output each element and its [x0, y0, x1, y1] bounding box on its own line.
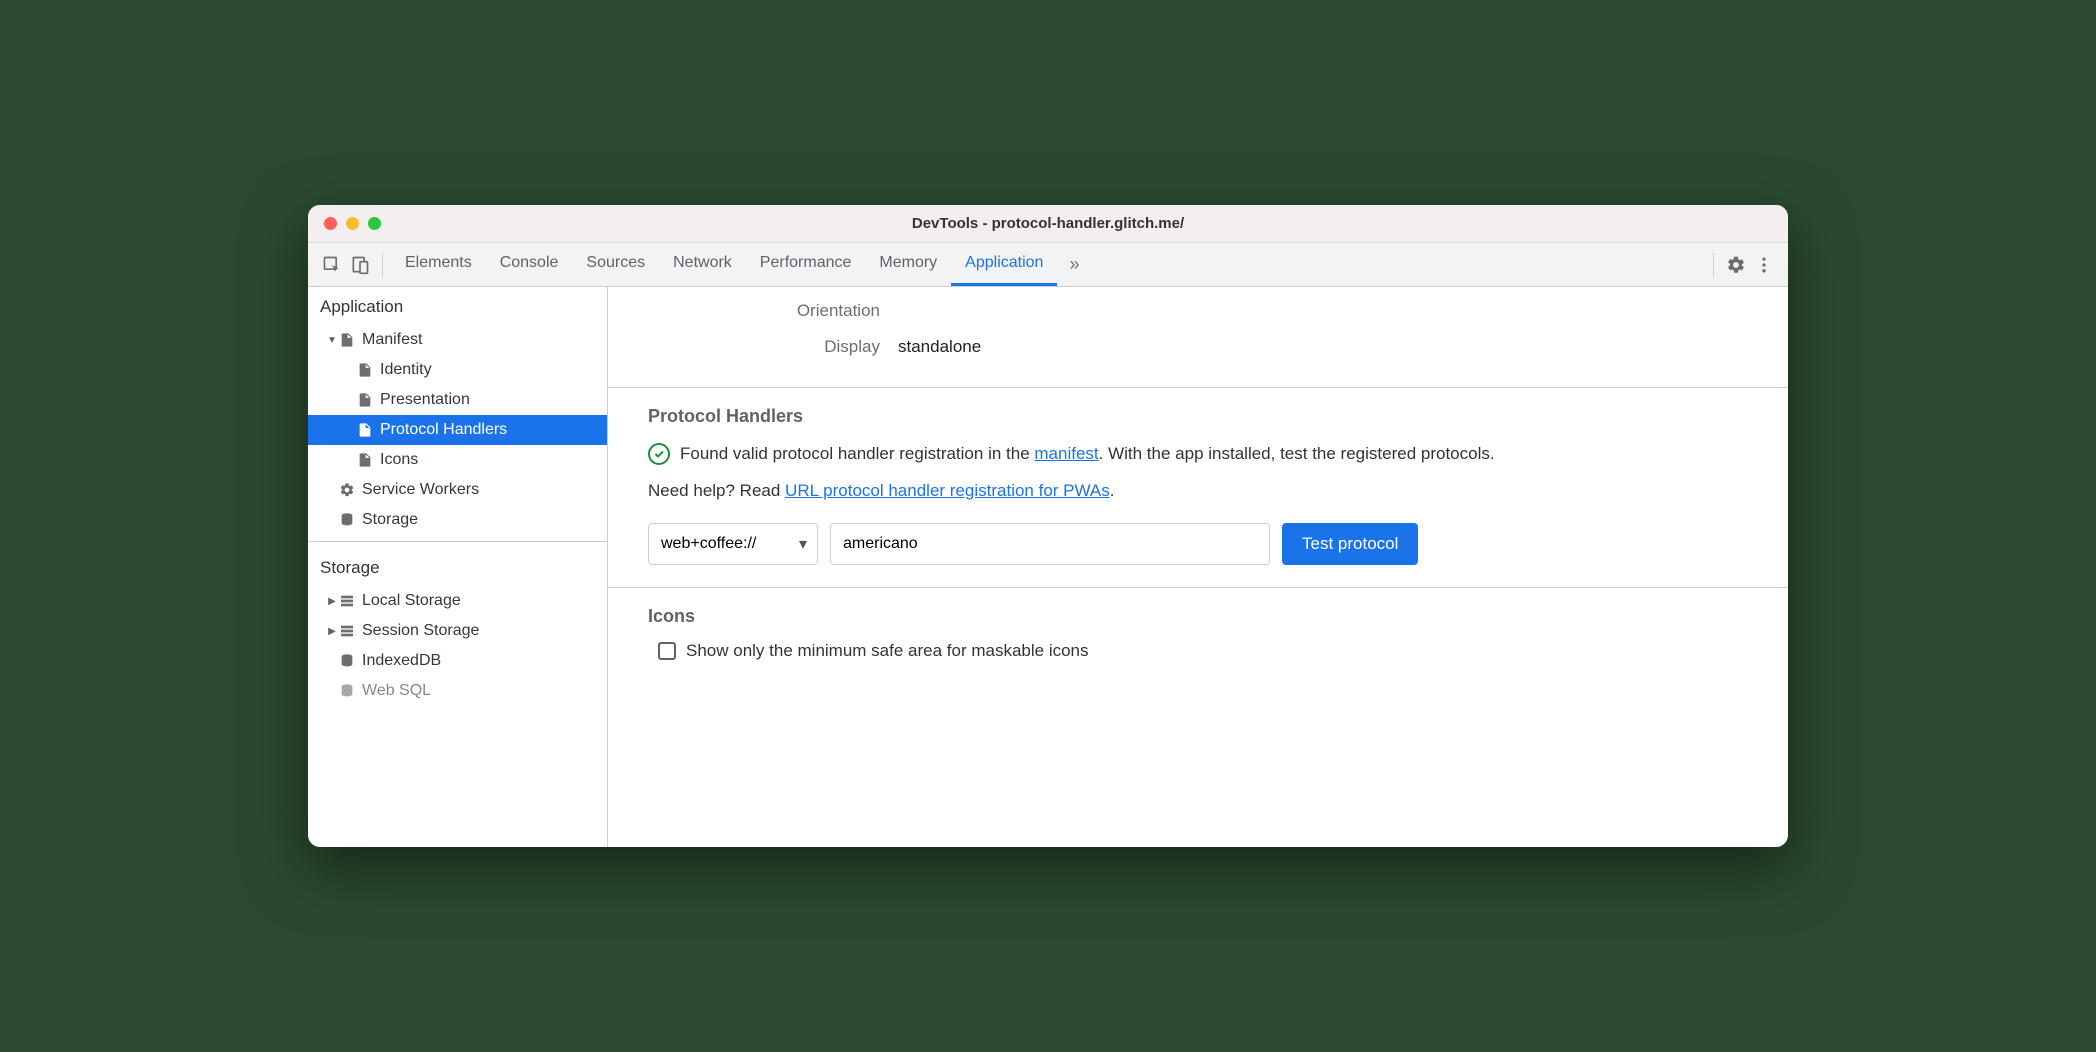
tab-network[interactable]: Network: [659, 243, 746, 286]
titlebar: DevTools - protocol-handler.glitch.me/: [308, 205, 1788, 243]
checkbox-label: Show only the minimum safe area for mask…: [686, 641, 1089, 661]
separator: [382, 253, 383, 277]
section-storage: Storage: [308, 548, 607, 586]
sidebar-item-identity[interactable]: Identity: [308, 355, 607, 385]
divider: [308, 541, 607, 542]
check-circle-icon: [648, 443, 670, 465]
sidebar-item-websql[interactable]: Web SQL: [308, 676, 607, 706]
database-icon: [338, 511, 356, 529]
sidebar-item-label: Web SQL: [362, 682, 431, 700]
section-application: Application: [308, 287, 607, 325]
file-icon: [356, 391, 374, 409]
sidebar-item-label: IndexedDB: [362, 652, 441, 670]
chevron-right-icon: ▶: [326, 596, 338, 607]
status-text: Found valid protocol handler registratio…: [680, 441, 1495, 467]
window-title: DevTools - protocol-handler.glitch.me/: [912, 215, 1184, 232]
sidebar-item-label: Local Storage: [362, 592, 461, 610]
tab-performance[interactable]: Performance: [746, 243, 866, 286]
sidebar-item-label: Protocol Handlers: [380, 421, 507, 439]
help-suffix: .: [1110, 481, 1115, 500]
status-prefix: Found valid protocol handler registratio…: [680, 444, 1034, 463]
maskable-checkbox-row: Show only the minimum safe area for mask…: [658, 641, 1748, 661]
help-prefix: Need help? Read: [648, 481, 785, 500]
sidebar-item-presentation[interactable]: Presentation: [308, 385, 607, 415]
chevron-right-icon: ▶: [326, 626, 338, 637]
sidebar-item-local-storage[interactable]: ▶ Local Storage: [308, 586, 607, 616]
sidebar-item-label: Session Storage: [362, 622, 479, 640]
sidebar-item-indexeddb[interactable]: IndexedDB: [308, 646, 607, 676]
kebab-menu-icon[interactable]: [1750, 251, 1778, 279]
sidebar-item-storage-app[interactable]: Storage: [308, 505, 607, 535]
protocol-select[interactable]: web+coffee:// ▾: [648, 523, 818, 565]
protocol-test-row: web+coffee:// ▾ Test protocol: [648, 523, 1748, 565]
close-button[interactable]: [324, 217, 337, 230]
sidebar-item-label: Manifest: [362, 331, 422, 349]
maximize-button[interactable]: [368, 217, 381, 230]
file-icon: [356, 421, 374, 439]
test-protocol-button[interactable]: Test protocol: [1282, 523, 1418, 565]
inspect-element-icon[interactable]: [318, 251, 346, 279]
help-message: Need help? Read URL protocol handler reg…: [648, 481, 1748, 501]
tab-console[interactable]: Console: [486, 243, 573, 286]
traffic-lights: [324, 217, 381, 230]
protocol-handlers-section: Protocol Handlers Found valid protocol h…: [608, 387, 1788, 587]
display-label: Display: [648, 337, 898, 357]
display-value: standalone: [898, 337, 981, 357]
sidebar-item-protocol-handlers[interactable]: Protocol Handlers: [308, 415, 607, 445]
manifest-link[interactable]: manifest: [1034, 444, 1098, 463]
chevron-down-icon: ▼: [326, 335, 338, 346]
content-pane: Orientation Display standalone Protocol …: [608, 287, 1788, 847]
main-toolbar: Elements Console Sources Network Perform…: [308, 243, 1788, 287]
maskable-checkbox[interactable]: [658, 642, 676, 660]
sidebar-item-manifest[interactable]: ▼ Manifest: [308, 325, 607, 355]
settings-icon[interactable]: [1722, 251, 1750, 279]
sidebar-item-icons[interactable]: Icons: [308, 445, 607, 475]
protocol-path-input[interactable]: [830, 523, 1270, 565]
database-icon: [338, 652, 356, 670]
sidebar-item-label: Identity: [380, 361, 432, 379]
manifest-details: Orientation Display standalone: [608, 287, 1788, 387]
tab-application[interactable]: Application: [951, 243, 1057, 286]
sidebar-item-session-storage[interactable]: ▶ Session Storage: [308, 616, 607, 646]
tab-elements[interactable]: Elements: [391, 243, 486, 286]
separator: [1713, 253, 1714, 277]
file-icon: [338, 331, 356, 349]
application-sidebar: Application ▼ Manifest Identity Presenta…: [308, 287, 608, 847]
section-heading: Icons: [648, 606, 1748, 627]
gear-icon: [338, 481, 356, 499]
tab-sources[interactable]: Sources: [572, 243, 659, 286]
tab-memory[interactable]: Memory: [865, 243, 951, 286]
section-heading: Protocol Handlers: [648, 406, 1748, 427]
select-value: web+coffee://: [661, 535, 756, 553]
chevron-down-icon: ▾: [799, 534, 807, 554]
panel-tabs: Elements Console Sources Network Perform…: [391, 243, 1091, 286]
display-row: Display standalone: [648, 329, 1748, 365]
sidebar-item-label: Storage: [362, 511, 418, 529]
status-message: Found valid protocol handler registratio…: [648, 441, 1748, 467]
main-area: Application ▼ Manifest Identity Presenta…: [308, 287, 1788, 847]
device-toggle-icon[interactable]: [346, 251, 374, 279]
minimize-button[interactable]: [346, 217, 359, 230]
table-icon: [338, 592, 356, 610]
database-icon: [338, 682, 356, 700]
file-icon: [356, 361, 374, 379]
sidebar-item-label: Service Workers: [362, 481, 479, 499]
file-icon: [356, 451, 374, 469]
sidebar-item-service-workers[interactable]: Service Workers: [308, 475, 607, 505]
table-icon: [338, 622, 356, 640]
help-link[interactable]: URL protocol handler registration for PW…: [785, 481, 1110, 500]
devtools-window: DevTools - protocol-handler.glitch.me/ E…: [308, 205, 1788, 847]
orientation-row: Orientation: [648, 293, 1748, 329]
more-tabs-button[interactable]: »: [1057, 243, 1091, 286]
icons-section: Icons Show only the minimum safe area fo…: [608, 587, 1788, 683]
status-suffix: . With the app installed, test the regis…: [1099, 444, 1495, 463]
orientation-label: Orientation: [648, 301, 898, 321]
sidebar-item-label: Presentation: [380, 391, 470, 409]
sidebar-item-label: Icons: [380, 451, 418, 469]
